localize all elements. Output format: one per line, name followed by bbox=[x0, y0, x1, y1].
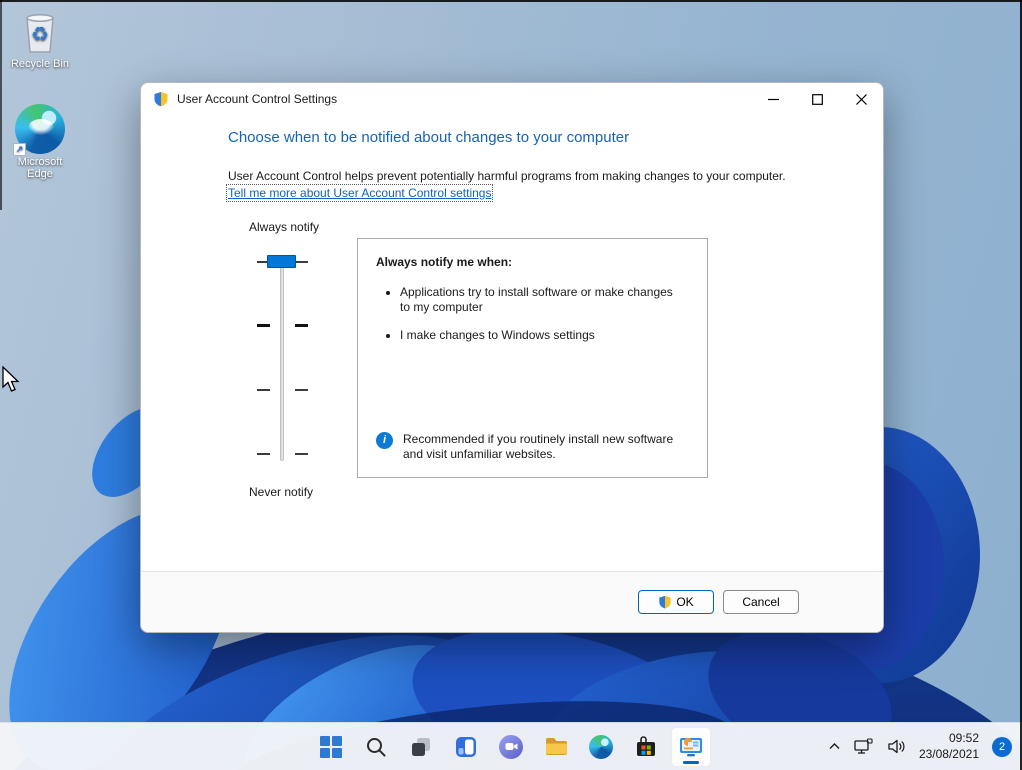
window-title: User Account Control Settings bbox=[177, 92, 338, 106]
slider-tick bbox=[295, 389, 308, 391]
slider-label-never-notify: Never notify bbox=[249, 485, 314, 499]
widgets-icon bbox=[456, 736, 476, 757]
tray-date: 23/08/2021 bbox=[918, 746, 979, 761]
notify-description-panel: Always notify me when: Applications try … bbox=[357, 238, 708, 478]
search-button[interactable] bbox=[356, 727, 396, 767]
uac-shield-icon bbox=[154, 92, 168, 107]
cancel-button[interactable]: Cancel bbox=[723, 590, 799, 614]
ok-button-label: OK bbox=[676, 595, 694, 609]
slider-tick bbox=[295, 453, 308, 455]
search-icon bbox=[367, 737, 386, 756]
clock[interactable]: 09:52 23/08/2021 bbox=[919, 731, 979, 762]
file-explorer-button[interactable] bbox=[536, 727, 576, 767]
slider-tick-default bbox=[257, 324, 270, 327]
network-icon bbox=[854, 737, 873, 754]
speaker-icon bbox=[888, 739, 905, 754]
desktop-screen: ♻ Recycle Bin ↗ Microsoft Edge User Acco… bbox=[0, 0, 1022, 770]
panel-bullet: Applications try to install software or … bbox=[400, 285, 684, 315]
recycle-bin-icon: ♻ bbox=[26, 14, 54, 53]
chat-icon bbox=[499, 734, 523, 759]
desktop-icon-label: Recycle Bin bbox=[10, 58, 70, 70]
slider-tick-default bbox=[295, 324, 308, 327]
microsoft-store-icon bbox=[637, 735, 655, 756]
page-title: Choose when to be notified about changes… bbox=[228, 129, 630, 146]
windows-logo-icon bbox=[320, 735, 342, 758]
microsoft-store-button[interactable] bbox=[626, 727, 666, 767]
uac-shield-icon bbox=[659, 595, 672, 609]
panel-bullet: I make changes to Windows settings bbox=[400, 328, 684, 343]
tray-overflow-button[interactable] bbox=[828, 740, 841, 753]
titlebar[interactable]: User Account Control Settings bbox=[141, 83, 883, 115]
widgets-button[interactable] bbox=[446, 727, 486, 767]
taskbar: 09:52 23/08/2021 2 bbox=[0, 722, 1022, 770]
slider-label-always-notify: Always notify bbox=[249, 220, 320, 234]
start-button[interactable] bbox=[311, 727, 351, 767]
maximize-icon bbox=[811, 93, 823, 105]
close-button[interactable] bbox=[839, 83, 883, 115]
close-icon bbox=[855, 93, 867, 105]
recommendation-row: i Recommended if you routinely install n… bbox=[376, 431, 689, 463]
recommendation-text: Recommended if you routinely install new… bbox=[403, 431, 674, 462]
shortcut-arrow-icon: ↗ bbox=[13, 143, 26, 156]
system-tray: 09:52 23/08/2021 2 bbox=[828, 723, 1012, 770]
uac-slider-track[interactable] bbox=[280, 259, 284, 461]
intro-text: User Account Control helps prevent poten… bbox=[228, 169, 786, 183]
panel-heading: Always notify me when: bbox=[376, 255, 513, 269]
maximize-button[interactable] bbox=[795, 83, 839, 115]
info-icon: i bbox=[376, 431, 393, 449]
edge-icon bbox=[589, 734, 613, 759]
volume-tray-button[interactable] bbox=[887, 738, 906, 755]
uac-settings-app-icon bbox=[680, 737, 702, 756]
dialog-footer: OK Cancel bbox=[141, 571, 883, 632]
svg-text:♻: ♻ bbox=[31, 22, 49, 46]
tray-time: 09:52 bbox=[948, 730, 979, 745]
taskbar-center-icons bbox=[311, 723, 711, 770]
edge-taskbar-button[interactable] bbox=[581, 727, 621, 767]
mouse-cursor bbox=[2, 366, 20, 392]
desktop-icon-microsoft-edge[interactable]: ↗ Microsoft Edge bbox=[2, 104, 78, 180]
desktop-icon-recycle-bin[interactable]: ♻ Recycle Bin bbox=[2, 10, 78, 70]
cancel-button-label: Cancel bbox=[742, 595, 780, 609]
uac-settings-window: User Account Control Settings Choose whe… bbox=[140, 82, 884, 633]
chevron-up-icon bbox=[829, 743, 840, 749]
panel-bullet-list: Applications try to install software or … bbox=[400, 285, 689, 356]
slider-tick bbox=[257, 453, 270, 455]
taskbar-item-uac-settings[interactable] bbox=[671, 726, 711, 767]
task-view-button[interactable] bbox=[401, 727, 441, 767]
minimize-button[interactable] bbox=[751, 83, 795, 115]
uac-help-link[interactable]: Tell me more about User Account Control … bbox=[225, 184, 494, 202]
screen-edge bbox=[0, 0, 2, 210]
edge-logo-icon: ↗ bbox=[13, 104, 65, 156]
notification-badge[interactable]: 2 bbox=[992, 736, 1012, 757]
desktop-icon-label: Microsoft Edge bbox=[17, 156, 63, 180]
uac-slider-thumb[interactable] bbox=[267, 255, 296, 268]
screen-edge bbox=[0, 0, 1022, 2]
slider-tick bbox=[295, 261, 308, 263]
file-explorer-icon bbox=[545, 738, 567, 755]
task-view-icon bbox=[412, 737, 430, 756]
slider-tick bbox=[257, 389, 270, 391]
network-tray-button[interactable] bbox=[854, 737, 874, 756]
chat-button[interactable] bbox=[491, 727, 531, 767]
minimize-icon bbox=[767, 98, 779, 100]
ok-button[interactable]: OK bbox=[638, 590, 714, 614]
